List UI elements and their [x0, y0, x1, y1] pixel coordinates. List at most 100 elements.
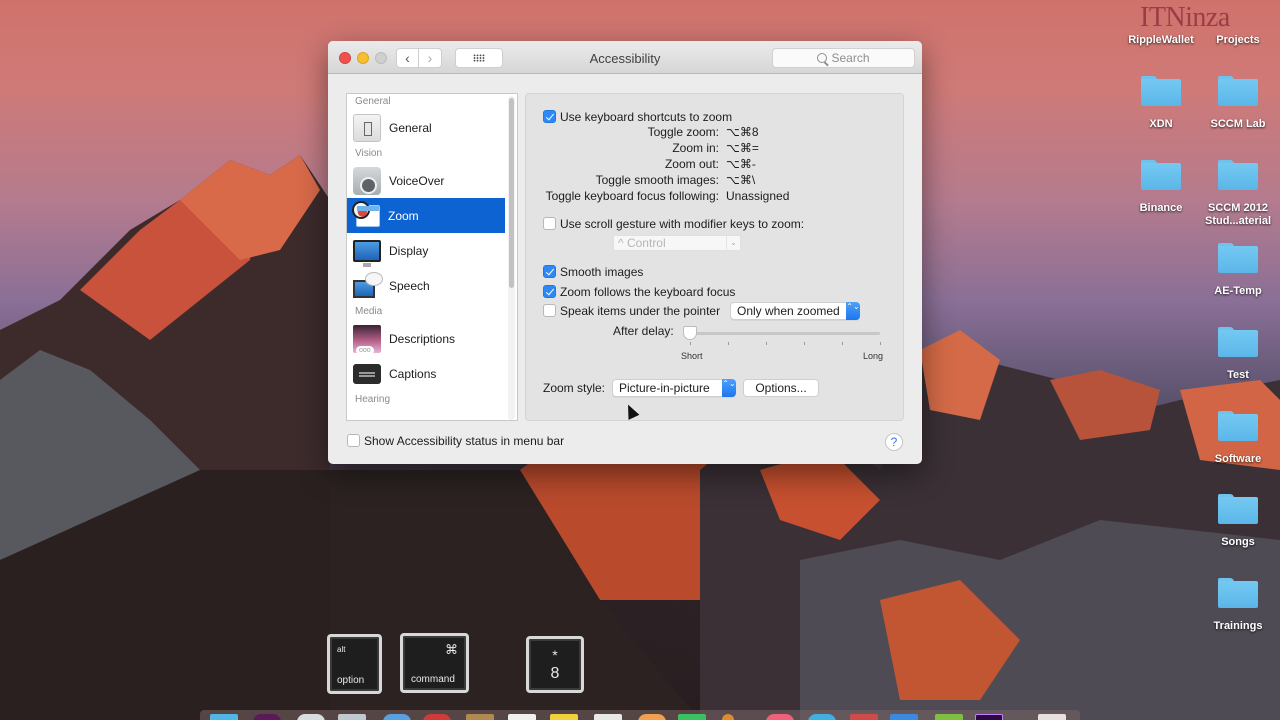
slider-tick [804, 342, 805, 345]
popup-value: Only when zoomed [737, 304, 840, 318]
dock-app[interactable] [722, 714, 734, 720]
desktop-folder-sccm-lab[interactable]: SCCM Lab [1198, 76, 1278, 131]
checkbox-label: Use keyboard shortcuts to zoom [560, 110, 733, 124]
shortcut-keys: ⌥⌘- [726, 157, 756, 171]
dock-app[interactable] [466, 714, 494, 720]
desktop-folder-sccm-2012[interactable]: SCCM 2012 Stud...aterial [1198, 160, 1278, 228]
folder-label: Projects [1216, 34, 1260, 46]
accessibility-window: ‹ › Accessibility Search General General… [328, 41, 922, 464]
scrollbar-thumb[interactable] [509, 98, 514, 288]
sidebar-item-captions[interactable]: Captions [347, 356, 505, 391]
checkbox-unchecked[interactable] [347, 434, 360, 447]
sidebar-item-voiceover[interactable]: VoiceOver [347, 163, 505, 198]
checkbox-checked[interactable] [543, 285, 556, 298]
shortcut-keys: ⌥⌘8 [726, 125, 759, 139]
dock-app[interactable] [935, 714, 963, 720]
desktop-folder-software[interactable]: Software [1198, 411, 1278, 466]
shortcut-name: Toggle keyboard focus following: [545, 189, 719, 203]
checkbox-label: Smooth images [560, 265, 644, 279]
keycap-top-label: * [552, 647, 558, 663]
dock-app[interactable] [338, 714, 366, 720]
desktop-folder-songs[interactable]: Songs [1198, 494, 1278, 549]
dock-app[interactable] [508, 714, 536, 720]
desktop-folder-ripplewallet[interactable]: RippleWallet [1121, 2, 1201, 47]
folder-icon [1218, 243, 1258, 273]
smooth-images-checkbox[interactable]: Smooth images [543, 265, 643, 279]
dock-app[interactable] [423, 714, 451, 720]
command-icon: ⌘ [445, 642, 458, 657]
sidebar-item-general[interactable]: General [347, 110, 505, 145]
sidebar-scrollbar[interactable] [508, 96, 515, 420]
folder-icon [1218, 494, 1258, 524]
folder-icon [1218, 411, 1258, 441]
slider-tick [766, 342, 767, 345]
dock-app[interactable] [550, 714, 578, 720]
sidebar-item-label: VoiceOver [389, 173, 445, 188]
checkbox-unchecked[interactable] [543, 304, 556, 317]
show-status-menu-checkbox[interactable]: Show Accessibility status in menu bar [347, 434, 564, 448]
checkbox-checked[interactable] [543, 110, 556, 123]
keycap-bottom-label: command [411, 674, 455, 685]
sidebar-item-descriptions[interactable]: Descriptions [347, 321, 505, 356]
follow-focus-checkbox[interactable]: Zoom follows the keyboard focus [543, 285, 735, 299]
modifier-key-select[interactable]: ^ Control ⌄ [613, 235, 741, 251]
dock-app[interactable] [975, 714, 1003, 720]
checkbox-label: Show Accessibility status in menu bar [364, 434, 565, 448]
category-list[interactable]: General General Vision VoiceOver Zoom Di… [346, 93, 518, 421]
stepper-icon: ⌃⌄ [722, 379, 736, 397]
keycap-bottom-label: 8 [550, 665, 560, 682]
folder-label: RippleWallet [1128, 34, 1194, 46]
keycap-option: alt option [327, 634, 382, 694]
desktop-folder-binance[interactable]: Binance [1121, 160, 1201, 215]
delay-slider-track[interactable] [690, 332, 880, 335]
sidebar-item-display[interactable]: Display [347, 233, 505, 268]
sidebar-item-label: Zoom [388, 208, 419, 223]
sidebar-item-label: Display [389, 243, 429, 258]
dock-app[interactable] [766, 714, 794, 720]
dock-app[interactable] [383, 714, 411, 720]
sidebar-item-zoom[interactable]: Zoom [347, 198, 505, 233]
desktop-folder-ae-temp[interactable]: AE-Temp [1198, 243, 1278, 298]
dock-app[interactable] [808, 714, 836, 720]
stepper-icon: ⌃⌄ [846, 302, 860, 320]
title-bar[interactable]: ‹ › Accessibility Search [328, 41, 922, 74]
checkbox-unchecked[interactable] [543, 217, 556, 230]
speak-mode-popup[interactable]: Only when zoomed ⌃⌄ [730, 302, 860, 320]
dock-app[interactable] [678, 714, 706, 720]
delay-slider-knob[interactable] [683, 326, 697, 340]
zoom-icon [352, 200, 380, 227]
folder-label: Test [1227, 369, 1249, 381]
use-keyboard-shortcuts-checkbox[interactable]: Use keyboard shortcuts to zoom [543, 110, 732, 124]
desktop-folder-projects[interactable]: Projects [1198, 2, 1278, 47]
search-placeholder: Search [831, 51, 870, 65]
dock-app[interactable] [638, 714, 666, 720]
dock-app[interactable] [594, 714, 622, 720]
options-button[interactable]: Options... [743, 379, 819, 397]
scroll-gesture-checkbox[interactable]: Use scroll gesture with modifier keys to… [543, 217, 804, 231]
desktop-folder-test[interactable]: Test [1198, 327, 1278, 382]
folder-icon [1141, 160, 1181, 190]
dock-app[interactable] [297, 714, 325, 720]
dock-app[interactable] [253, 714, 281, 720]
descriptions-icon [353, 324, 381, 355]
desktop-folder-xdn[interactable]: XDN [1121, 76, 1201, 131]
checkbox-checked[interactable] [543, 265, 556, 278]
shortcut-zoom-out: Zoom out: ⌥⌘- [526, 157, 905, 173]
dock-app[interactable] [850, 714, 878, 720]
dock-trash[interactable] [1038, 714, 1066, 720]
help-button[interactable]: ? [885, 433, 903, 451]
shortcut-toggle-zoom: Toggle zoom: ⌥⌘8 [526, 125, 905, 141]
checkbox-label: Speak items under the pointer [560, 304, 721, 318]
select-value: ^ Control [618, 236, 666, 250]
dock-app[interactable] [890, 714, 918, 720]
display-icon [353, 239, 381, 267]
speak-items-checkbox[interactable]: Speak items under the pointer [543, 304, 720, 318]
desktop-folder-trainings[interactable]: Trainings [1198, 578, 1278, 633]
sidebar-item-speech[interactable]: Speech [347, 268, 505, 303]
zoom-style-popup[interactable]: Picture-in-picture ⌃⌄ [612, 379, 736, 397]
search-field[interactable]: Search [772, 48, 915, 68]
search-icon [817, 53, 828, 63]
dock-app-finder[interactable] [210, 714, 238, 720]
section-header-hearing: Hearing [355, 394, 391, 405]
shortcut-keys: ⌥⌘\ [726, 173, 756, 187]
